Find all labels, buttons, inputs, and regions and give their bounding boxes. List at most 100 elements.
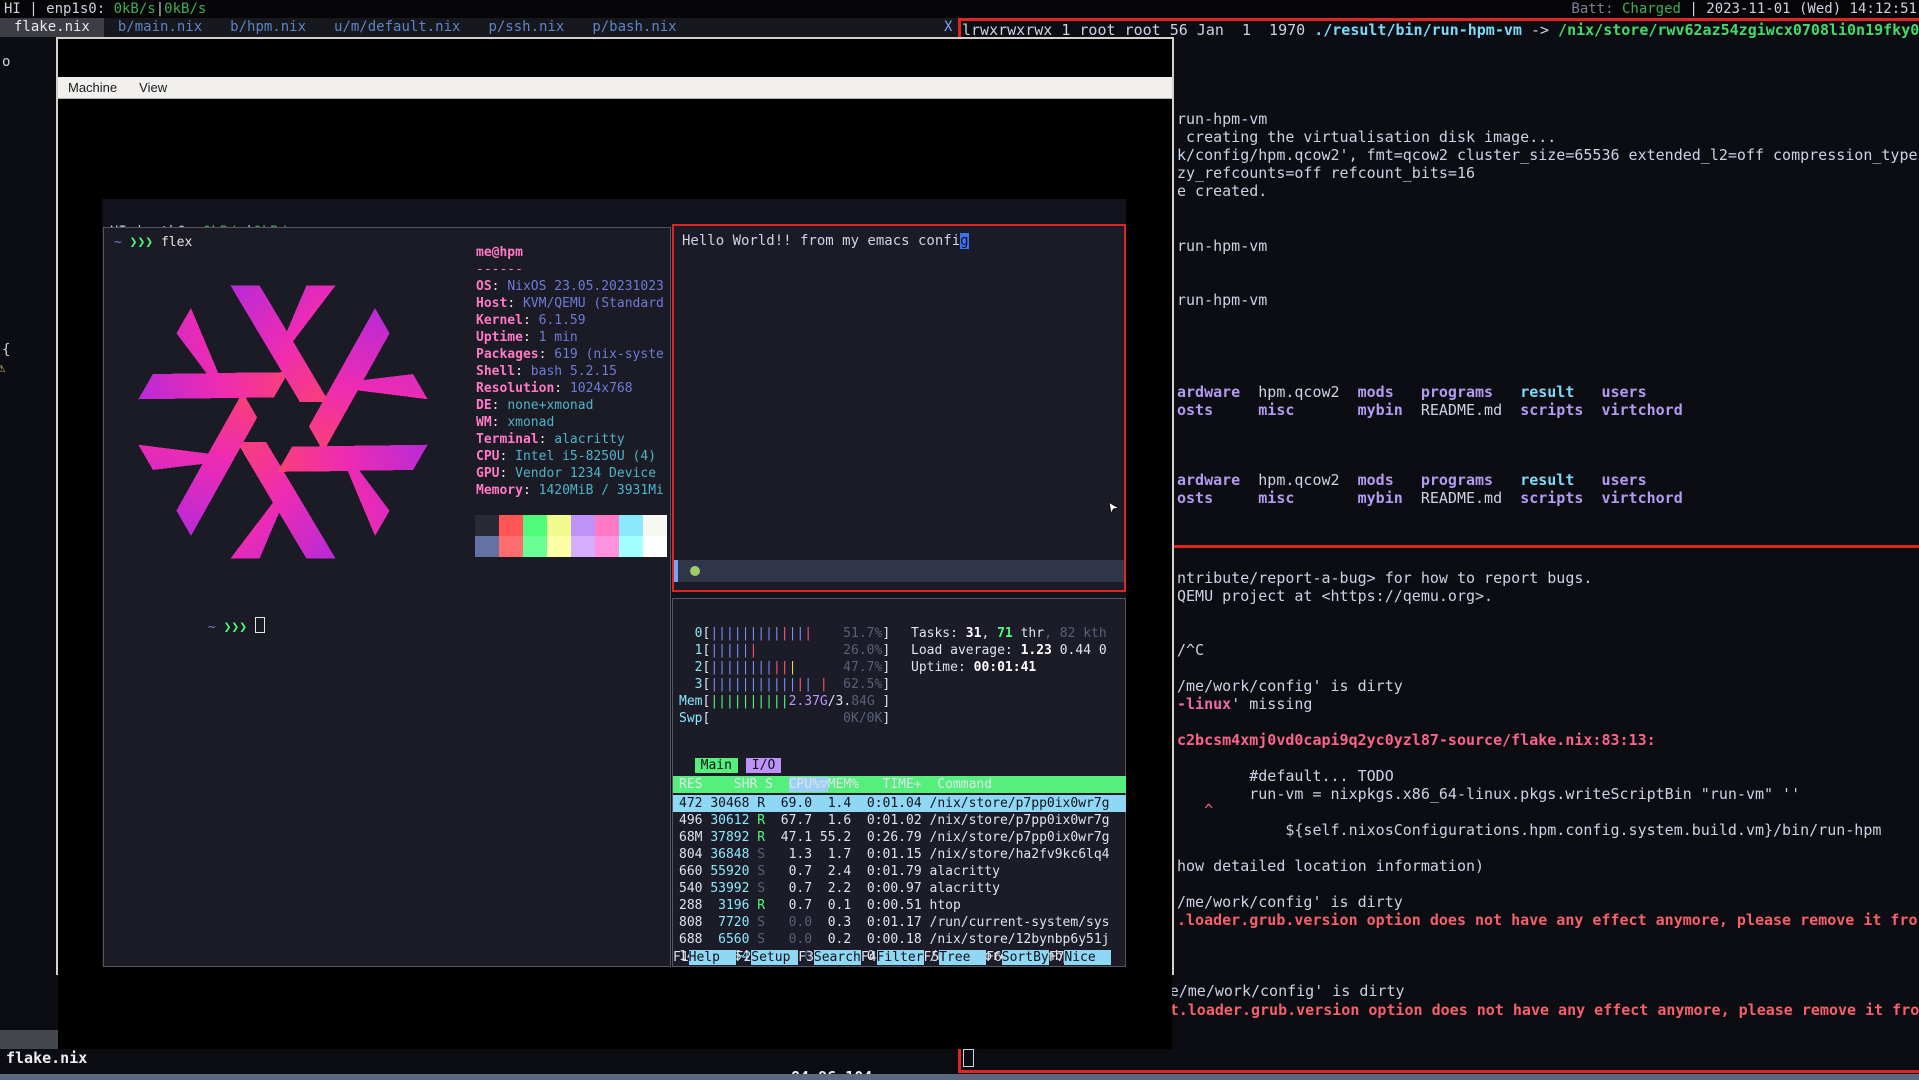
tab-p-ssh-nix[interactable]: p/ssh.nix <box>474 18 578 37</box>
fkey-setup[interactable]: Setup <box>751 950 798 965</box>
terminal-line: ardware hpm.qcow2 mods programs result u… <box>1177 383 1647 401</box>
htop-process-row[interactable]: 804 36848 S 1.3 1.7 0:01.15 /nix/store/h… <box>673 846 1126 863</box>
clipped-window-fragment: ⚠ <box>0 360 5 376</box>
qemu-window[interactable]: Machine View HI | eth0: 0kB/s|0kB/s Batt… <box>56 37 1174 975</box>
color-swatch <box>643 536 667 557</box>
color-swatch <box>595 536 619 557</box>
menu-view[interactable]: View <box>139 77 167 98</box>
tab-flake-nix[interactable]: flake.nix <box>0 18 104 37</box>
terminal-line: c2bcsm4xmj0vd0capi9q2yc0yzl87-source/fla… <box>1177 731 1656 749</box>
htop-process-row[interactable]: 660 55920 S 0.7 2.4 0:01.79 alacritty <box>673 863 1126 880</box>
terminal-line: ardware hpm.qcow2 mods programs result u… <box>1177 471 1647 489</box>
modeline-status-dot-icon <box>690 566 700 576</box>
htop-process-row[interactable]: 68M 37892 R 47.1 55.2 0:26.79 /nix/store… <box>673 829 1126 846</box>
terminal-line: run-hpm-vm <box>1177 237 1267 255</box>
htop-tasks-summary: Tasks: 31, 71 thr, 82 kthLoad average: 1… <box>911 625 1107 676</box>
color-swatch <box>619 515 643 536</box>
htop-function-key-bar[interactable]: F1Help F2Setup F3SearchF4FilterF5Tree F6… <box>673 949 1111 966</box>
vm-screen[interactable]: HI | eth0: 0kB/s|0kB/s Batt: Charged | 2… <box>102 199 1126 967</box>
terminal-line: creating the virtualisation disk image..… <box>1177 128 1556 146</box>
tab-b-main-nix[interactable]: b/main.nix <box>104 18 216 37</box>
htop-cpu-meters: 0[|||||||||||||51.7%] 1[||||||26.0%] 2[|… <box>679 625 890 727</box>
terminal-line: osts misc mybin README.md scripts virtch… <box>1177 401 1683 419</box>
htop-process-row[interactable]: 808 7720 S 0.0 0.3 0:01.17 /run/current-… <box>673 914 1126 931</box>
color-swatch <box>643 515 667 536</box>
shell-prompt: ~ ❯❯❯ flex <box>114 234 192 251</box>
shell-prompt-bottom: ~ ❯❯❯ <box>114 600 265 653</box>
htop-table-header[interactable]: RES SHR S CPU%▽MEM% TIME+ Command <box>673 776 1126 793</box>
host-network-status: HI | enp1s0: 0kB/s|0kB/s <box>4 0 206 18</box>
htop-process-row[interactable]: 540 53992 S 0.7 2.2 0:00.97 alacritty <box>673 880 1126 897</box>
fkey-search[interactable]: Search <box>814 950 861 965</box>
clipped-window-fragment: o <box>2 54 10 70</box>
vm-status-bar: HI | eth0: 0kB/s|0kB/s Batt: Charged | 2… <box>102 205 1126 223</box>
terminal-line: zy_refcounts=off refcount_bits=16 <box>1177 164 1475 182</box>
terminal-line: #default... TODO <box>1177 767 1394 785</box>
clipped-window-fragment: { <box>2 342 10 358</box>
htop-process-table[interactable]: 472 30468 R 69.0 1.4 0:01.04 /nix/store/… <box>673 795 1126 965</box>
tab-close-button[interactable]: X <box>944 18 952 37</box>
color-swatch <box>571 515 595 536</box>
color-swatch <box>499 536 523 557</box>
emacs-buffer-text: Hello World!! from my emacs config <box>682 232 969 250</box>
terminal-cursor-block <box>255 617 265 633</box>
nixos-logo <box>108 254 458 590</box>
qemu-display-area[interactable]: HI | eth0: 0kB/s|0kB/s Batt: Charged | 2… <box>58 137 1172 1049</box>
htop-tab-io[interactable]: I/O <box>746 758 781 773</box>
htop-process-row[interactable]: 288 3196 R 0.7 0.1 0:00.51 htop <box>673 897 1126 914</box>
terminal-line: ntribute/report-a-bug> for how to report… <box>1177 569 1592 587</box>
screen-bottom-strip <box>0 1074 1919 1080</box>
terminal-line: ${self.nixosConfigurations.hpm.config.sy… <box>1177 821 1881 839</box>
terminal-line: run-vm = nixpkgs.x86_64-linux.pkgs.write… <box>1177 785 1800 803</box>
tab-p-bash-nix[interactable]: p/bash.nix <box>578 18 690 37</box>
terminal-line: e created. <box>1177 182 1267 200</box>
vm-terminal-window[interactable]: ~ ❯❯❯ flex <box>103 227 671 967</box>
color-swatch <box>571 536 595 557</box>
tab-b-hpm-nix[interactable]: b/hpm.nix <box>216 18 320 37</box>
tab-bar: flake.nixb/main.nixb/hpm.nixu/m/default.… <box>0 18 958 37</box>
fkey-help[interactable]: Help <box>689 950 736 965</box>
terminal-line: ^ <box>1177 801 1213 819</box>
terminal-line: osts misc mybin README.md scripts virtch… <box>1177 489 1683 507</box>
fkey-tree[interactable]: Tree <box>939 950 986 965</box>
color-swatch <box>475 515 499 536</box>
modeline-accent-bar <box>674 560 678 582</box>
color-swatch <box>523 536 547 557</box>
emacs-cursor: g <box>960 233 968 249</box>
menu-machine[interactable]: Machine <box>68 77 117 98</box>
htop-process-row[interactable]: 688 6560 S 0.0 0.2 0:00.18 /nix/store/12… <box>673 931 1126 948</box>
color-swatch <box>475 536 499 557</box>
htop-screen-tabs: Main I/O <box>679 757 781 774</box>
terminal-color-palette <box>475 515 667 557</box>
color-swatch <box>499 515 523 536</box>
terminal-line: /me/work/config' is dirty <box>1177 677 1403 695</box>
emacs-modeline: 34 *scratch* 1:33 All Fundamental <box>674 560 1124 582</box>
color-swatch <box>619 536 643 557</box>
terminal-line: QEMU project at <https://qemu.org>. <box>1177 587 1493 605</box>
terminal-line: run-hpm-vm <box>1177 291 1267 309</box>
terminal-line: .loader.grub.version option does not hav… <box>1177 911 1918 929</box>
terminal-line: k/config/hpm.qcow2', fmt=qcow2 cluster_s… <box>1177 146 1918 164</box>
qemu-menu-bar: Machine View <box>58 77 1172 99</box>
htop-process-row[interactable]: 496 30612 R 67.7 1.6 0:01.02 /nix/store/… <box>673 812 1126 829</box>
terminal-line: how detailed location information) <box>1177 857 1484 875</box>
terminal-line: run-hpm-vm <box>1177 110 1267 128</box>
fkey-filter[interactable]: Filter <box>877 950 924 965</box>
htop-tab-main[interactable]: Main <box>695 758 738 773</box>
neofetch-info: me@hpm------OS: NixOS 23.05.20231023Host… <box>476 244 664 499</box>
host-status-bar: HI | enp1s0: 0kB/s|0kB/s Batt: Charged |… <box>0 0 1919 18</box>
terminal-line: /me/work/config' is dirty <box>1177 893 1403 911</box>
htop-process-row[interactable]: 472 30468 R 69.0 1.4 0:01.04 /nix/store/… <box>673 795 1126 812</box>
color-swatch <box>523 515 547 536</box>
host-battery-clock: Batt: Charged | 2023-11-01 (Wed) 14:12:5… <box>1571 0 1917 18</box>
htop-window[interactable]: 0[|||||||||||||51.7%] 1[||||||26.0%] 2[|… <box>672 598 1126 967</box>
color-swatch <box>547 515 571 536</box>
color-swatch <box>595 515 619 536</box>
tab-u-m-default-nix[interactable]: u/m/default.nix <box>320 18 474 37</box>
color-swatch <box>547 536 571 557</box>
emacs-window[interactable]: Hello World!! from my emacs config 34 *s… <box>672 224 1126 592</box>
desktop-root: HI | enp1s0: 0kB/s|0kB/s Batt: Charged |… <box>0 0 1919 1080</box>
fkey-sortby[interactable]: SortBy <box>1002 950 1049 965</box>
fkey-nice[interactable]: Nice <box>1064 950 1103 965</box>
terminal-line: -linux' missing <box>1177 695 1312 713</box>
